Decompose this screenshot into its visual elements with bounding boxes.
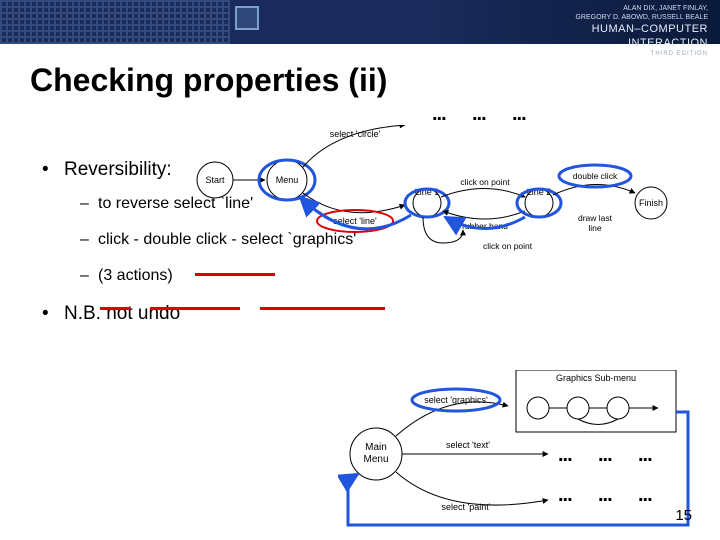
svg-text:select 'circle': select 'circle' bbox=[330, 129, 381, 139]
svg-text:select 'text': select 'text' bbox=[446, 440, 490, 450]
dots-upper-1: ... bbox=[432, 103, 446, 126]
dots-mid-3: ... bbox=[638, 444, 652, 467]
svg-text:select 'paint': select 'paint' bbox=[442, 502, 491, 512]
book-branding: ALAN DIX, JANET FINLAY, GREGORY D. ABOWD… bbox=[575, 4, 708, 59]
authors-line-1: ALAN DIX, JANET FINLAY, bbox=[575, 4, 708, 13]
red-underline-2a bbox=[100, 307, 130, 310]
book-title-line-1: HUMAN–COMPUTER bbox=[575, 22, 708, 36]
content-body: Reversibility: to reverse select `line' … bbox=[42, 159, 720, 325]
bullet-reversibility: Reversibility: bbox=[42, 159, 720, 181]
svg-text:Main: Main bbox=[365, 442, 387, 453]
dots-low-1: ... bbox=[558, 484, 572, 507]
subbullet-3-actions: (3 actions) bbox=[80, 267, 720, 285]
dots-mid-1: ... bbox=[558, 444, 572, 467]
slide-title: Checking properties (ii) bbox=[30, 62, 720, 99]
header-square-decor bbox=[235, 6, 259, 30]
subbullet-click-sequence: click - double click - select `graphics' bbox=[80, 231, 720, 249]
dots-low-3: ... bbox=[638, 484, 652, 507]
svg-text:Graphics Sub-menu: Graphics Sub-menu bbox=[556, 373, 636, 383]
red-underline-2b bbox=[150, 307, 240, 310]
dots-low-2: ... bbox=[598, 484, 612, 507]
dots-upper-3: ... bbox=[512, 103, 526, 126]
book-title-line-2: INTERACTION bbox=[575, 36, 708, 50]
svg-text:select 'graphics': select 'graphics' bbox=[424, 395, 488, 405]
authors-line-2: GREGORY D. ABOWD, RUSSELL BEALE bbox=[575, 13, 708, 22]
slide-header: ALAN DIX, JANET FINLAY, GREGORY D. ABOWD… bbox=[0, 0, 720, 44]
svg-text:Menu: Menu bbox=[363, 454, 388, 465]
dots-upper-2: ... bbox=[472, 103, 486, 126]
book-edition: THIRD EDITION bbox=[575, 51, 708, 59]
subbullet-reverse-line: to reverse select `line' bbox=[80, 195, 720, 213]
page-number: 15 bbox=[675, 507, 692, 524]
red-underline-1 bbox=[195, 273, 275, 276]
dots-mid-2: ... bbox=[598, 444, 612, 467]
red-underline-2c bbox=[260, 307, 385, 310]
header-pattern-decor bbox=[0, 0, 230, 44]
